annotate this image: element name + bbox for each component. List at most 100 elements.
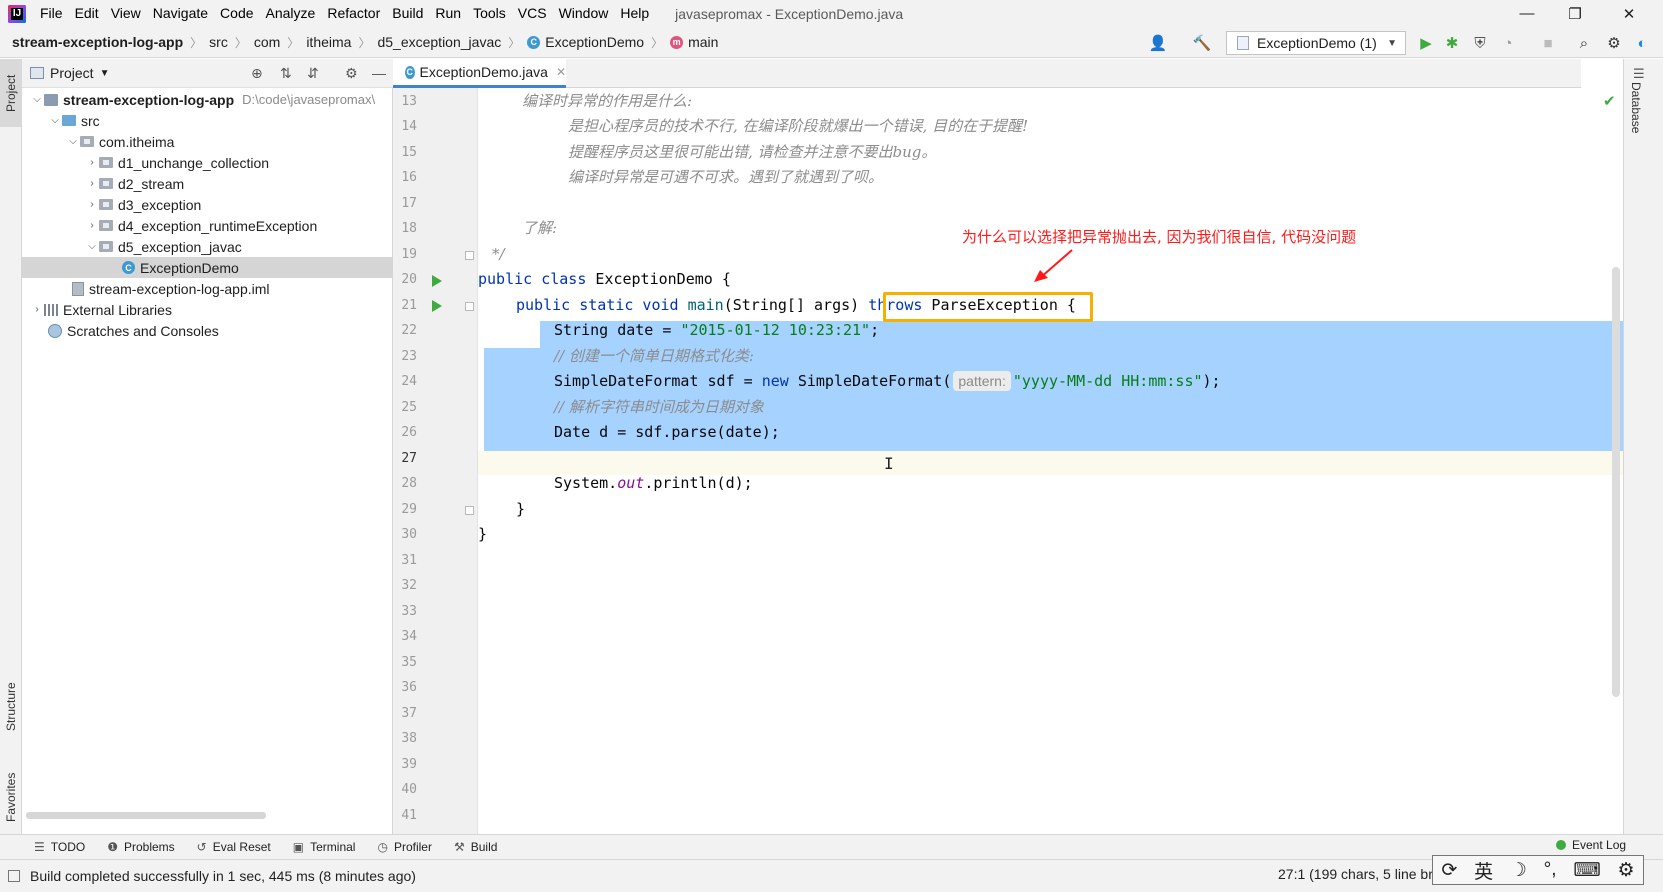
locate-icon[interactable]: ⊕ [251,65,263,82]
code-line-22: String date = "2015-01-12 10:23:21"; [478,318,879,342]
restore-icon[interactable]: ❐ [1551,0,1599,27]
editor-tab-exceptiondemo[interactable]: C ExceptionDemo.java ✕ [393,59,566,88]
search-icon[interactable]: ⌕ [1574,33,1594,53]
tree-item-d2[interactable]: › d2_stream [22,173,393,194]
tree-item-d5[interactable]: ⌵ d5_exception_javac [22,236,393,257]
keyboard-icon[interactable]: ⌨ [1573,859,1600,882]
ime-language-toggle[interactable]: 英 [1474,857,1493,884]
tree-item-iml[interactable]: stream-exception-log-app.iml [22,278,393,299]
tool-eval-reset[interactable]: ↺ Eval Reset [197,840,271,854]
run-config-select[interactable]: ExceptionDemo (1) ▼ [1226,31,1406,55]
tree-item-scratches[interactable]: Scratches and Consoles [22,320,393,341]
breadcrumb-method[interactable]: m main [666,34,722,50]
tree-item-label: d4_exception_runtimeException [118,217,318,234]
menu-help[interactable]: Help [614,0,655,27]
collapse-all-icon[interactable]: ⇵ [307,65,319,82]
run-gutter-icon[interactable] [432,300,442,312]
run-config-icon [1237,36,1249,50]
punctuation-icon[interactable]: °, [1544,859,1557,881]
menu-tools[interactable]: Tools [467,0,512,27]
tree-item-external-libraries[interactable]: › External Libraries [22,299,393,320]
menu-navigate[interactable]: Navigate [147,0,214,27]
tool-build[interactable]: ⚒ Build [454,840,497,854]
run-gutter-icon[interactable] [432,275,442,287]
tool-window-database-tab[interactable]: Database [1629,82,1643,133]
breadcrumb-itheima[interactable]: itheima [302,34,355,50]
run-icon[interactable]: ▶ [1416,33,1436,53]
window-title: javasepromax - ExceptionDemo.java [675,5,904,22]
tool-profiler[interactable]: ◷ Profiler [377,840,432,854]
menu-code[interactable]: Code [214,0,259,27]
project-panel-title: Project [50,65,94,81]
minimize-icon[interactable]: — [1503,0,1551,27]
menu-view[interactable]: View [105,0,147,27]
project-view-selector[interactable]: Project ▼ [30,65,109,81]
fold-icon[interactable] [465,506,474,515]
tree-item-d1[interactable]: › d1_unchange_collection [22,152,393,173]
breadcrumb-method-label: main [688,34,719,50]
debug-icon[interactable]: ✱ [1442,33,1462,53]
ime-logo-icon[interactable]: ⟳ [1441,859,1457,882]
tool-event-log[interactable]: Event Log [1556,838,1626,852]
horizontal-scrollbar[interactable] [26,812,266,819]
moon-icon[interactable]: ☽ [1510,859,1527,882]
chevron-down-icon: ▼ [1387,37,1397,49]
tree-item-label: Scratches and Consoles [67,322,219,339]
tool-window-structure-tab[interactable]: Structure [0,667,22,747]
coverage-icon[interactable]: ⛨ [1470,33,1490,53]
breadcrumb-project[interactable]: stream-exception-log-app [0,34,187,50]
expand-all-icon[interactable]: ⇅ [280,65,292,82]
method-name: main [687,296,724,314]
menu-analyze[interactable]: Analyze [260,0,322,27]
breadcrumb-com[interactable]: com [250,34,284,50]
right-tool-stripe [1623,59,1663,834]
code-text: SimpleDateFormat sdf = [554,372,762,390]
line-number: 36 [401,680,417,695]
build-hammer-icon[interactable]: 🔨 [1192,33,1212,53]
tree-item-label: stream-exception-log-app [63,91,235,108]
menu-refactor[interactable]: Refactor [321,0,386,27]
tool-todo[interactable]: ☰ TODO [34,840,85,854]
inspection-ok-icon[interactable]: ✔ [1603,92,1616,110]
menu-build[interactable]: Build [386,0,429,27]
tool-window-favorites-tab[interactable]: Favorites [0,759,22,835]
tree-item-src[interactable]: ⌵ src [22,110,393,131]
vertical-scrollbar[interactable] [1612,267,1620,697]
tool-window-project-tab[interactable]: Project [0,59,22,127]
tool-problems[interactable]: ❶ Problems [107,840,174,854]
method-icon: m [670,35,684,49]
tree-item-root[interactable]: ⌵ stream-exception-log-app D:\code\javas… [22,89,393,110]
menu-vcs[interactable]: VCS [512,0,553,27]
string-literal: "2015-01-12 10:23:21" [680,321,871,339]
hide-panel-icon[interactable]: — [372,65,386,81]
bottom-tool-bar: ☰ TODO ❶ Problems ↺ Eval Reset ▣ Terminal ◷ P… [0,834,1663,859]
fold-icon[interactable] [465,302,474,311]
tree-item-d4[interactable]: › d4_exception_runtimeException [22,215,393,236]
profile-icon[interactable]: ◔ [1498,33,1518,53]
menu-edit[interactable]: Edit [69,0,105,27]
tree-item-package[interactable]: ⌵ com.itheima [22,131,393,152]
gear-icon[interactable]: ⚙ [1618,859,1635,882]
breadcrumb-src[interactable]: src [205,34,232,50]
menu-window[interactable]: Window [553,0,615,27]
tool-terminal[interactable]: ▣ Terminal [293,840,356,854]
status-toggle-icon[interactable] [8,870,20,882]
menu-file[interactable]: File [34,0,69,27]
tree-item-d3[interactable]: › d3_exception [22,194,393,215]
close-window-icon[interactable]: ✕ [1605,0,1653,27]
user-icon[interactable]: 👤 [1148,33,1168,53]
close-tab-icon[interactable]: ✕ [556,65,566,79]
line-number: 27 [401,451,417,466]
tree-item-exceptiondemo[interactable]: C ExceptionDemo [22,257,393,278]
gear-icon[interactable]: ⚙ [345,65,358,82]
breadcrumb-class[interactable]: C ExceptionDemo [523,34,648,50]
tool-label: Terminal [310,840,356,854]
annotation-arrow-icon [1034,249,1073,282]
caret-position[interactable]: 27:1 (199 chars, 5 line br [1278,866,1433,882]
stop-icon[interactable]: ■ [1538,33,1558,53]
breadcrumb-folder[interactable]: d5_exception_javac [373,34,505,50]
menu-run[interactable]: Run [429,0,467,27]
fold-icon[interactable] [465,251,474,260]
plugin-icon[interactable]: ◐ [1632,33,1652,53]
gear-icon[interactable]: ⚙ [1604,33,1624,53]
